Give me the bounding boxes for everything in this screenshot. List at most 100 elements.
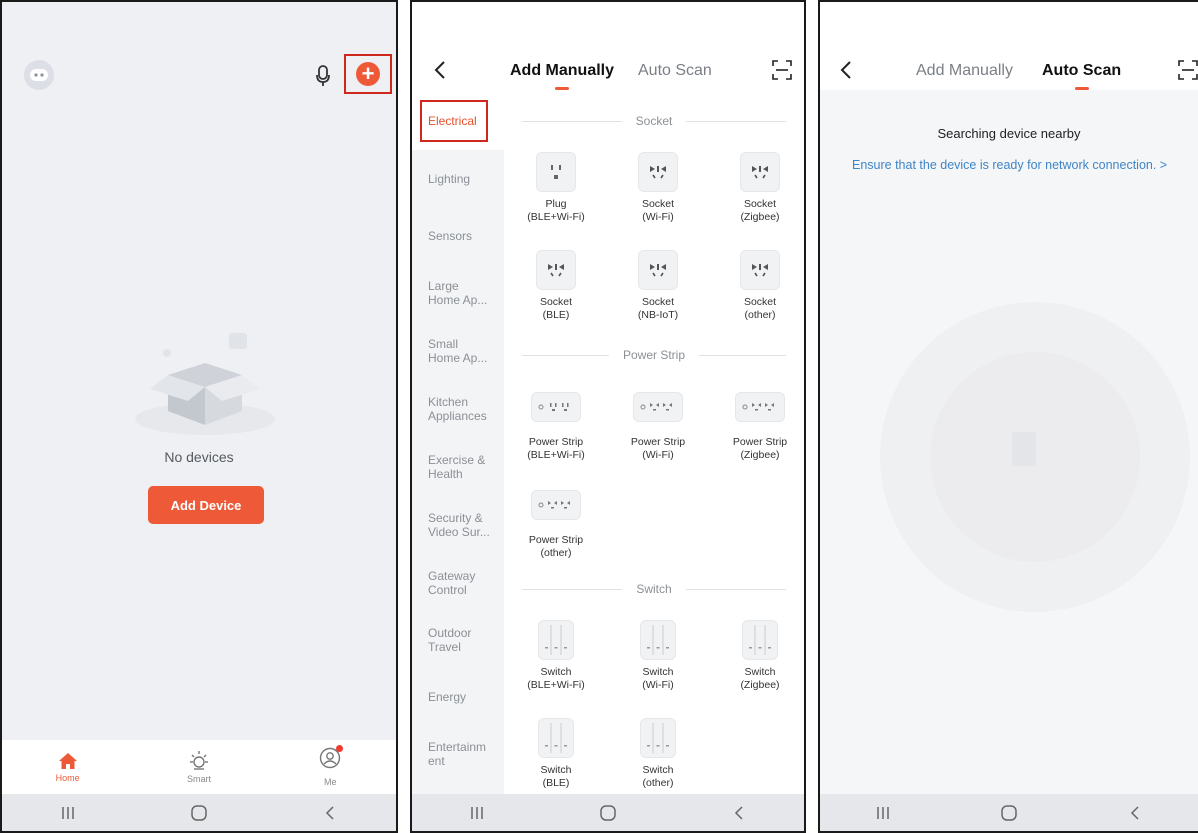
add-header: Add Manually Auto Scan (412, 2, 804, 92)
back-arrow-icon[interactable] (434, 60, 450, 80)
device-protocol: (Zigbee) (740, 449, 780, 461)
device-protocol: (Wi-Fi) (642, 211, 674, 223)
tab-home-label: Home (55, 772, 80, 783)
device-socket-zigbee[interactable]: Socket (Zigbee) (710, 152, 804, 224)
category-small-home-appliances[interactable]: Small Home Ap... (412, 337, 492, 365)
device-switch-ble-wifi[interactable]: Switch (BLE+Wi-Fi) (506, 620, 606, 692)
recent-apps-icon[interactable] (863, 798, 903, 828)
device-power-strip-other[interactable]: Power Strip (other) (506, 490, 606, 560)
home-nav-icon[interactable] (179, 798, 219, 828)
device-name: Switch (744, 666, 776, 678)
category-sidebar: Electrical Lighting Sensors Large Home A… (412, 92, 504, 794)
category-gateway-control[interactable]: Gateway Control (412, 569, 492, 597)
active-tab-indicator (555, 87, 569, 90)
tab-auto-scan[interactable]: Auto Scan (1042, 62, 1122, 90)
auto-scan-screen: Add Manually Auto Scan Searching device … (818, 0, 1198, 833)
device-protocol: (Wi-Fi) (642, 679, 674, 691)
assistant-avatar-icon[interactable] (24, 60, 54, 90)
android-nav-bar (412, 794, 804, 831)
microphone-icon[interactable] (312, 64, 334, 88)
category-kitchen-appliances[interactable]: Kitchen Appliances (412, 395, 492, 423)
switch-icon (640, 718, 676, 758)
tab-add-manually[interactable]: Add Manually (510, 62, 614, 90)
category-security-video[interactable]: Security & Video Sur... (412, 511, 492, 539)
back-arrow-icon[interactable] (840, 60, 856, 80)
back-nav-icon[interactable] (719, 798, 759, 828)
back-nav-icon[interactable] (310, 798, 350, 828)
device-name: Power Strip (630, 436, 686, 448)
empty-box-illustration (130, 327, 280, 437)
category-outdoor-travel[interactable]: Outdoor Travel (412, 626, 482, 654)
tab-auto-scan[interactable]: Auto Scan (638, 62, 712, 80)
tab-add-manually-label: Add Manually (916, 62, 1013, 79)
device-plug-ble-wifi[interactable]: Plug (BLE+Wi-Fi) (506, 152, 606, 224)
switch-icon (742, 620, 778, 660)
device-name: Power Strip (528, 534, 584, 546)
recent-apps-icon[interactable] (48, 798, 88, 828)
switch-icon (538, 620, 574, 660)
android-nav-bar (2, 794, 396, 831)
device-name: Switch (642, 666, 674, 678)
section-switch: Switch (522, 582, 786, 596)
scan-qr-icon[interactable] (1178, 60, 1198, 80)
add-plus-icon[interactable]: + (356, 62, 380, 86)
category-label: Entertainm ent (428, 740, 487, 768)
device-power-strip-zigbee[interactable]: Power Strip (Zigbee) (710, 392, 804, 462)
category-label: Outdoor Travel (428, 626, 472, 654)
category-exercise-health[interactable]: Exercise & Health (412, 453, 492, 481)
category-label: Kitchen Appliances (428, 395, 487, 423)
power-strip-icon (531, 392, 581, 422)
category-label: Exercise & Health (428, 453, 486, 481)
device-socket-nb-iot[interactable]: Socket (NB-IoT) (608, 250, 708, 322)
smart-sun-icon (189, 750, 208, 770)
tab-home[interactable]: Home (28, 752, 108, 783)
category-label: Large Home Ap... (428, 279, 488, 307)
category-lighting[interactable]: Lighting (412, 172, 504, 186)
power-strip-icon (735, 392, 785, 422)
add-button-highlight: + (344, 54, 392, 94)
device-protocol: (BLE+Wi-Fi) (527, 449, 585, 461)
section-socket: Socket (522, 114, 786, 128)
tab-me[interactable]: Me (290, 745, 370, 787)
home-nav-icon[interactable] (989, 798, 1029, 828)
device-switch-wifi[interactable]: Switch (Wi-Fi) (608, 620, 708, 692)
tab-auto-scan-label: Auto Scan (638, 62, 712, 79)
category-energy[interactable]: Energy (412, 690, 504, 704)
device-power-strip-ble-wifi[interactable]: Power Strip (BLE+Wi-Fi) (506, 392, 606, 462)
device-switch-ble[interactable]: Switch (BLE) (506, 718, 606, 790)
category-label: Lighting (428, 172, 471, 186)
device-name: Power Strip (528, 436, 584, 448)
device-name: Socket (743, 198, 777, 210)
device-list: Socket Plug (BLE+Wi-Fi) Socket (Wi-Fi) Soc… (504, 92, 804, 794)
device-name: Power Strip (732, 436, 788, 448)
category-entertainment[interactable]: Entertainm ent (412, 740, 490, 768)
device-power-strip-wifi[interactable]: Power Strip (Wi-Fi) (608, 392, 708, 462)
category-large-home-appliances[interactable]: Large Home Ap... (412, 279, 492, 307)
home-screen: + No devices Add Device Home Smart Me (0, 0, 398, 833)
tab-smart[interactable]: Smart (159, 750, 239, 784)
back-nav-icon[interactable] (1115, 798, 1155, 828)
category-label: Gateway Control (428, 569, 476, 597)
home-icon (58, 752, 77, 769)
device-socket-other[interactable]: Socket (other) (710, 250, 804, 322)
device-socket-ble[interactable]: Socket (BLE) (506, 250, 606, 322)
category-sensors[interactable]: Sensors (412, 229, 504, 243)
scan-qr-icon[interactable] (772, 60, 792, 80)
device-name: Switch (642, 764, 674, 776)
category-label: Energy (428, 690, 467, 704)
device-switch-other[interactable]: Switch (other) (608, 718, 708, 790)
power-strip-icon (633, 392, 683, 422)
recent-apps-icon[interactable] (457, 798, 497, 828)
home-top-bar: + (2, 54, 396, 94)
home-nav-icon[interactable] (588, 798, 628, 828)
device-switch-zigbee[interactable]: Switch (Zigbee) (710, 620, 804, 692)
add-device-button[interactable]: Add Device (148, 486, 264, 524)
network-readiness-link[interactable]: Ensure that the device is ready for netw… (852, 158, 1167, 172)
device-socket-wifi[interactable]: Socket (Wi-Fi) (608, 152, 708, 224)
device-protocol: (BLE) (542, 777, 570, 789)
android-nav-bar (820, 794, 1198, 831)
socket-icon (536, 250, 576, 290)
tab-auto-scan-label: Auto Scan (1042, 62, 1122, 79)
tab-add-manually[interactable]: Add Manually (916, 62, 1013, 80)
tab-smart-label: Smart (186, 773, 211, 784)
